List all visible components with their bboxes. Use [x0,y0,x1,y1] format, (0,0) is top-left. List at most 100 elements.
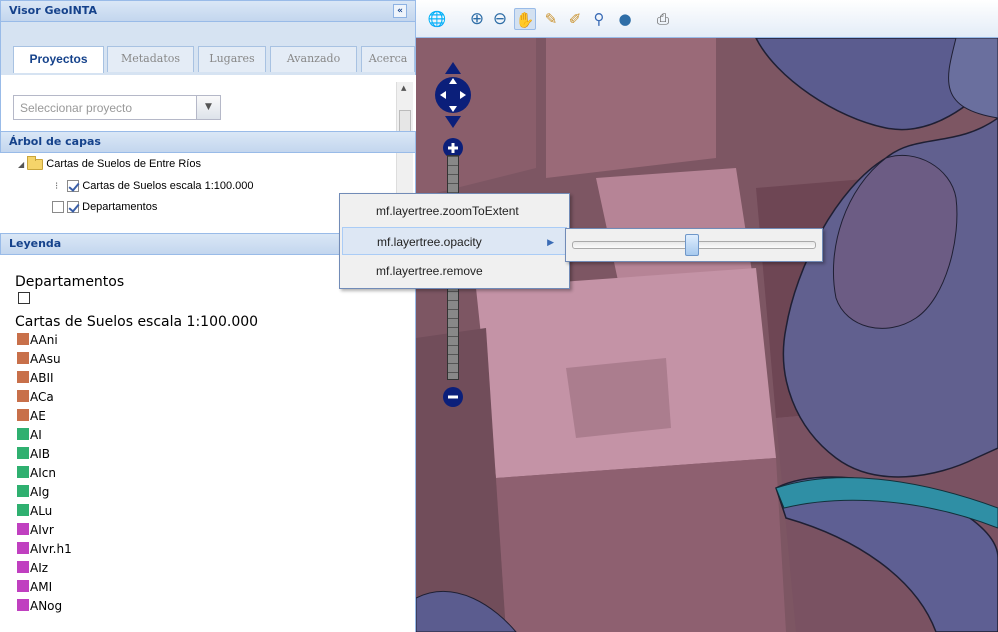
legend-item-label: ABII [30,371,54,385]
tab-lugares[interactable]: Lugares [198,46,266,72]
scroll-up-icon[interactable]: ▲ [401,84,406,92]
menu-item-remove[interactable]: mf.layertree.remove [342,257,567,285]
legend-swatch [17,409,29,421]
layer-tree-title: Árbol de capas [0,131,416,153]
pan-up-icon[interactable] [445,62,461,74]
expand-arrow-icon[interactable]: ◢ [18,160,24,169]
zoom-minus-bar [448,395,458,399]
legend-item: AAsu [17,351,61,368]
tab-acerca[interactable]: Acerca [361,46,415,72]
field-parcel [496,458,786,632]
legend-swatch [17,523,29,535]
info-icon[interactable]: ● [614,8,636,30]
project-select[interactable]: Seleccionar proyecto ▼ [13,95,221,120]
tree-layer-soils[interactable]: ⁝ Cartas de Suelos escala 1:100.000 [55,177,254,195]
layer-checkbox-soils[interactable] [67,180,80,193]
legend-item-label: AAni [30,333,58,347]
legend-item-label: AIcn [30,466,56,480]
geointa-viewer: Visor GeoINTA « Proyectos Metadatos Luga… [0,0,998,632]
collapse-panel-icon[interactable]: « [393,4,407,18]
legend-item: ANog [17,598,62,615]
map-panel[interactable]: 🌐 ⊕ ⊖ ✋ ✎ ✐ ⚲ ● ⎙ [416,0,998,632]
projects-tab-body: Seleccionar proyecto ▼ [0,75,416,131]
legend-group-soils: Cartas de Suelos escala 1:100.000 [15,314,259,330]
menu-item-opacity[interactable]: mf.layertree.opacity ▶ [342,227,567,255]
legend-item-label: AIvr.h1 [30,542,72,556]
legend-item-label: ALu [30,504,53,518]
panel-title: Visor GeoINTA « [0,0,416,22]
legend-swatch [17,428,29,440]
map-canvas[interactable] [416,38,998,632]
legend-item: AMI [17,579,52,596]
legend-swatch [17,371,29,383]
measure-area-icon[interactable]: ✐ [564,8,586,30]
legend-item-label: AIz [30,561,49,575]
legend-item: AAni [17,332,58,349]
globe-icon[interactable]: 🌐 [426,8,448,30]
zoom-plus-bar-v [451,143,455,153]
opacity-slider-thumb[interactable] [684,234,699,256]
measure-length-icon[interactable]: ✎ [540,8,562,30]
panel-title-text: Visor GeoINTA [9,4,97,17]
zoom-out-icon[interactable]: ⊖ [489,8,511,30]
tab-avanzado[interactable]: Avanzado [270,46,357,72]
legend-swatch [17,599,29,611]
menu-item-opacity-label: mf.layertree.opacity [377,235,482,249]
field-parcel [566,358,671,438]
legend-group-departamentos: Departamentos [15,274,125,290]
legend-swatch [17,333,29,345]
legend-item-label: AI [30,428,42,442]
project-select-placeholder: Seleccionar proyecto [20,101,133,115]
legend-item: AIvr [17,522,54,539]
chevron-down-icon[interactable]: ▼ [196,96,220,119]
drag-handle-icon[interactable]: ⁝ [55,181,58,192]
legend-item: AIz [17,560,48,577]
legend-swatch [17,542,29,554]
legend-swatch [17,580,29,592]
layer-checkbox-empty[interactable] [52,201,64,214]
identify-icon[interactable]: ⚲ [588,8,610,30]
layer-label-departamentos: Departamentos [82,201,158,213]
legend-item-label: AIg [30,485,50,499]
legend-swatch [17,352,29,364]
legend-item: AIg [17,484,49,501]
legend-item: AIB [17,446,50,463]
layer-checkbox-departamentos[interactable] [67,201,80,214]
legend-item-label: AIvr [30,523,54,537]
zoom-minus-icon[interactable] [442,386,464,408]
layer-tree: ◢ Cartas de Suelos de Entre Ríos ⁝ Carta… [0,153,396,231]
folder-icon [27,155,44,170]
tab-proyectos[interactable]: Proyectos [13,46,104,73]
field-parcel [546,38,716,178]
legend-item: AIvr.h1 [17,541,72,558]
legend-swatch [17,485,29,497]
legend-item-label: AMI [30,580,53,594]
tree-root[interactable]: ◢ Cartas de Suelos de Entre Ríos [18,155,201,173]
legend-swatch [17,504,29,516]
legend-item-label: AIB [30,447,50,461]
tab-strip: Proyectos Metadatos Lugares Avanzado Ace… [0,22,416,75]
submenu-arrow-icon: ▶ [547,237,554,247]
legend-item: ALu [17,503,52,520]
legend-panel: Departamentos Cartas de Suelos escala 1:… [0,256,396,632]
legend-swatch [17,561,29,573]
tab-metadatos[interactable]: Metadatos [107,46,194,72]
opacity-submenu [565,228,823,262]
legend-item-label: AE [30,409,46,423]
menu-item-zoom-to-extent[interactable]: mf.layertree.zoomToExtent [342,197,567,225]
legend-item: AE [17,408,46,425]
legend-item: ACa [17,389,54,406]
legend-item: AI [17,427,42,444]
pan-hand-icon[interactable]: ✋ [514,8,536,30]
tree-root-label: Cartas de Suelos de Entre Ríos [46,158,201,170]
left-panel: Visor GeoINTA « Proyectos Metadatos Luga… [0,0,416,632]
zoom-in-icon[interactable]: ⊕ [466,8,488,30]
legend-item: ABII [17,370,54,387]
print-icon[interactable]: ⎙ [652,8,674,30]
layer-label-soils: Cartas de Suelos escala 1:100.000 [82,180,254,192]
tree-layer-departamentos[interactable]: Departamentos [52,198,157,216]
pan-down-icon[interactable] [445,116,461,128]
layer-context-menu: mf.layertree.zoomToExtent mf.layertree.o… [339,193,570,289]
map-toolbar: 🌐 ⊕ ⊖ ✋ ✎ ✐ ⚲ ● ⎙ [416,0,998,38]
legend-item: AIcn [17,465,56,482]
